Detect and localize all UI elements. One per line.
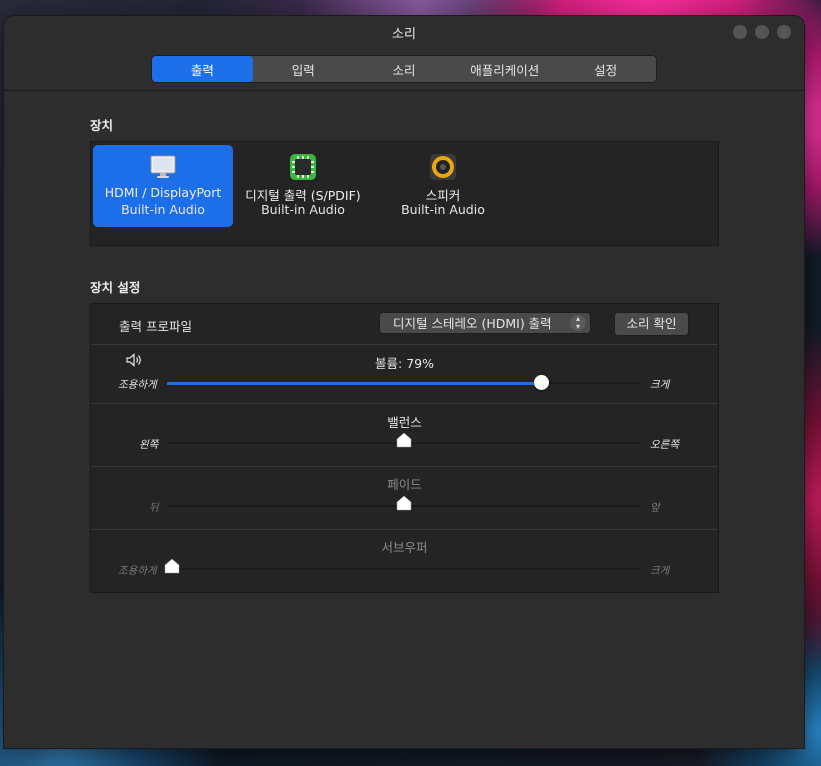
tab-output[interactable]: 출력 bbox=[152, 56, 253, 82]
titlebar: 소리 출력 입력 소리 애플리케이션 설정 bbox=[4, 16, 804, 91]
window-title: 소리 bbox=[392, 27, 416, 42]
balance-row: 밸런스 왼쪽 오른쪽 bbox=[91, 404, 718, 467]
profile-select-value: 디지털 스테레오 (HDMI) 출력 bbox=[393, 316, 552, 331]
volume-fill bbox=[167, 382, 542, 385]
close-button[interactable] bbox=[777, 25, 791, 39]
subwoofer-handle[interactable] bbox=[164, 558, 180, 574]
minimize-button[interactable] bbox=[733, 25, 747, 39]
fade-front-label: 앞 bbox=[650, 502, 660, 514]
device-speaker-sub: Built-in Audio bbox=[401, 202, 485, 217]
subwoofer-row: 서브우퍼 조용하게 크게 bbox=[91, 530, 718, 592]
volume-label: 볼륨: 79% bbox=[375, 356, 434, 371]
profile-select[interactable]: 디지털 스테레오 (HDMI) 출력 ▴ ▾ bbox=[379, 312, 591, 334]
device-settings-panel: 출력 프로파일 디지털 스테레오 (HDMI) 출력 ▴ ▾ 소리 확인 볼륨: … bbox=[90, 303, 719, 593]
subwoofer-min-label: 조용하게 bbox=[118, 565, 157, 577]
maximize-button[interactable] bbox=[755, 25, 769, 39]
speaker-icon bbox=[430, 154, 456, 180]
tab-bar: 출력 입력 소리 애플리케이션 설정 bbox=[151, 55, 657, 83]
balance-right-label: 오른쪽 bbox=[650, 439, 679, 451]
subwoofer-max-label: 크게 bbox=[650, 565, 670, 577]
volume-max-label: 크게 bbox=[650, 379, 670, 391]
device-speaker[interactable]: 스피커 Built-in Audio bbox=[373, 145, 513, 227]
volume-handle[interactable] bbox=[533, 375, 549, 390]
fade-handle[interactable] bbox=[396, 495, 412, 511]
chip-icon bbox=[290, 154, 316, 180]
profile-label: 출력 프로파일 bbox=[119, 319, 192, 334]
device-hdmi-name: HDMI / DisplayPort bbox=[104, 185, 222, 200]
test-sound-button[interactable]: 소리 확인 bbox=[614, 312, 689, 336]
tab-input[interactable]: 입력 bbox=[253, 56, 354, 82]
profile-row: 출력 프로파일 디지털 스테레오 (HDMI) 출력 ▴ ▾ 소리 확인 bbox=[91, 304, 718, 345]
device-hdmi[interactable]: HDMI / DisplayPort Built-in Audio bbox=[93, 145, 233, 227]
device-spdif[interactable]: 디지털 출력 (S/PDIF) Built-in Audio bbox=[233, 145, 373, 227]
chevron-updown-icon: ▴ ▾ bbox=[570, 315, 586, 331]
device-spdif-sub: Built-in Audio bbox=[261, 202, 345, 217]
device-list: HDMI / DisplayPort Built-in Audio 디지털 출력… bbox=[90, 141, 719, 246]
volume-row: 볼륨: 79% 조용하게 크게 bbox=[91, 345, 718, 404]
volume-min-label: 조용하게 bbox=[118, 379, 157, 391]
subwoofer-label: 서브우퍼 bbox=[381, 540, 428, 555]
fade-row: 페이드 뒤 앞 bbox=[91, 467, 718, 530]
balance-handle[interactable] bbox=[396, 432, 412, 448]
sound-window: 소리 출력 입력 소리 애플리케이션 설정 장치 HDMI / DisplayP… bbox=[4, 16, 804, 748]
tab-sound[interactable]: 소리 bbox=[354, 56, 455, 82]
subwoofer-track[interactable] bbox=[167, 568, 641, 570]
balance-label: 밸런스 bbox=[387, 415, 422, 430]
device-settings-heading: 장치 설정 bbox=[90, 280, 141, 295]
device-hdmi-sub: Built-in Audio bbox=[121, 202, 205, 217]
fade-label: 페이드 bbox=[387, 477, 422, 492]
tab-settings[interactable]: 설정 bbox=[555, 56, 656, 82]
balance-left-label: 왼쪽 bbox=[139, 439, 159, 451]
fade-back-label: 뒤 bbox=[149, 502, 159, 514]
monitor-icon bbox=[150, 155, 176, 178]
devices-heading: 장치 bbox=[90, 118, 114, 133]
tab-applications[interactable]: 애플리케이션 bbox=[454, 56, 555, 82]
